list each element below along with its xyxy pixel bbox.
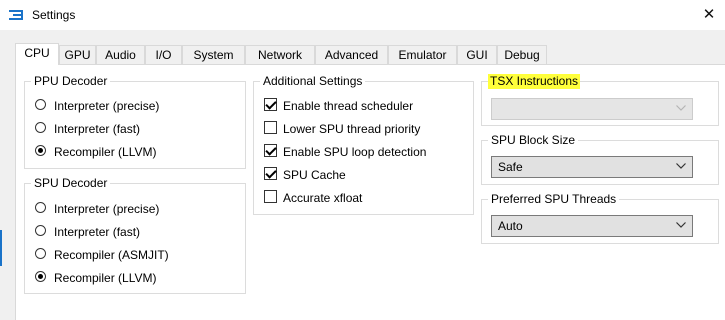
title-bar: Settings ✕ xyxy=(0,0,725,30)
radio-label: Interpreter (precise) xyxy=(54,201,160,216)
ppu-decoder-group: PPU Decoder Interpreter (precise) Interp… xyxy=(24,74,246,169)
checkbox-indicator[interactable] xyxy=(264,190,277,204)
checkbox-indicator[interactable] xyxy=(264,98,277,112)
ppu-interpreter-fast-radio[interactable]: Interpreter (fast) xyxy=(35,119,140,137)
radio-label: Recompiler (LLVM) xyxy=(54,144,157,159)
checkbox-indicator[interactable] xyxy=(264,167,277,181)
additional-settings-group: Additional Settings Enable thread schedu… xyxy=(253,74,474,215)
ppu-recompiler-llvm-radio[interactable]: Recompiler (LLVM) xyxy=(35,142,156,160)
checkbox-indicator[interactable] xyxy=(264,144,277,158)
preferred-spu-threads-title: Preferred SPU Threads xyxy=(488,192,620,207)
spu-block-size-group: SPU Block Size Safe xyxy=(481,133,719,185)
radio-indicator[interactable] xyxy=(35,122,46,134)
radio-label: Interpreter (precise) xyxy=(54,98,160,113)
tab-gui[interactable]: GUI xyxy=(457,45,497,64)
rpcs3-logo-icon xyxy=(9,10,23,20)
spu-recompiler-asmjit-radio[interactable]: Recompiler (ASMJIT) xyxy=(35,245,169,263)
checkbox-label: Enable SPU loop detection xyxy=(283,144,427,159)
checkbox-indicator[interactable] xyxy=(264,121,277,135)
radio-label: Interpreter (fast) xyxy=(54,121,141,136)
tab-audio[interactable]: Audio xyxy=(96,45,145,64)
spu-block-size-title: SPU Block Size xyxy=(488,133,579,148)
enable-thread-scheduler-checkbox[interactable]: Enable thread scheduler xyxy=(264,96,413,114)
accurate-xfloat-checkbox[interactable]: Accurate xfloat xyxy=(264,188,362,206)
spu-decoder-title: SPU Decoder xyxy=(31,176,111,191)
preferred-spu-threads-dropdown[interactable]: Auto xyxy=(491,215,693,237)
chevron-down-icon xyxy=(676,163,686,169)
chevron-down-icon xyxy=(676,105,686,111)
dropdown-value: Auto xyxy=(498,219,523,233)
close-icon[interactable]: ✕ xyxy=(694,3,724,27)
dropdown-value: Safe xyxy=(498,160,523,174)
checkbox-label: Lower SPU thread priority xyxy=(283,121,421,136)
radio-indicator[interactable] xyxy=(35,202,46,214)
additional-settings-title: Additional Settings xyxy=(260,74,366,89)
radio-indicator[interactable] xyxy=(35,99,46,111)
tab-cpu[interactable]: CPU xyxy=(15,43,59,65)
spu-recompiler-llvm-radio[interactable]: Recompiler (LLVM) xyxy=(35,268,156,286)
radio-indicator[interactable] xyxy=(35,145,46,157)
left-edge-accent xyxy=(0,230,2,266)
chevron-down-icon xyxy=(676,222,686,228)
spu-decoder-group: SPU Decoder Interpreter (precise) Interp… xyxy=(24,176,246,294)
checkbox-label: Accurate xfloat xyxy=(283,190,363,205)
tab-system[interactable]: System xyxy=(182,45,245,64)
spu-cache-checkbox[interactable]: SPU Cache xyxy=(264,165,346,183)
spu-interpreter-precise-radio[interactable]: Interpreter (precise) xyxy=(35,199,159,217)
spu-block-size-dropdown[interactable]: Safe xyxy=(491,156,693,178)
tab-gpu[interactable]: GPU xyxy=(59,45,96,64)
tsx-instructions-group: TSX Instructions xyxy=(481,74,719,126)
tab-io[interactable]: I/O xyxy=(145,45,182,64)
tab-emulator[interactable]: Emulator xyxy=(388,45,457,64)
tab-debug[interactable]: Debug xyxy=(497,45,547,64)
tsx-instructions-title: TSX Instructions xyxy=(488,74,581,89)
radio-label: Recompiler (ASMJIT) xyxy=(54,247,169,262)
radio-label: Recompiler (LLVM) xyxy=(54,270,157,285)
window-title: Settings xyxy=(32,8,76,22)
radio-indicator[interactable] xyxy=(35,225,46,237)
cpu-settings-panel: PPU Decoder Interpreter (precise) Interp… xyxy=(15,64,725,320)
radio-label: Interpreter (fast) xyxy=(54,224,141,239)
radio-indicator[interactable] xyxy=(35,271,46,283)
checkbox-label: SPU Cache xyxy=(283,167,346,182)
spu-interpreter-fast-radio[interactable]: Interpreter (fast) xyxy=(35,222,140,240)
lower-spu-thread-priority-checkbox[interactable]: Lower SPU thread priority xyxy=(264,119,420,137)
radio-indicator[interactable] xyxy=(35,248,46,260)
enable-spu-loop-detection-checkbox[interactable]: Enable SPU loop detection xyxy=(264,142,426,160)
checkbox-label: Enable thread scheduler xyxy=(283,98,414,113)
tab-network[interactable]: Network xyxy=(245,45,315,64)
ppu-decoder-title: PPU Decoder xyxy=(31,74,111,89)
tsx-instructions-dropdown[interactable] xyxy=(491,98,693,120)
preferred-spu-threads-group: Preferred SPU Threads Auto xyxy=(481,192,719,244)
tab-advanced[interactable]: Advanced xyxy=(315,45,388,64)
ppu-interpreter-precise-radio[interactable]: Interpreter (precise) xyxy=(35,96,159,114)
